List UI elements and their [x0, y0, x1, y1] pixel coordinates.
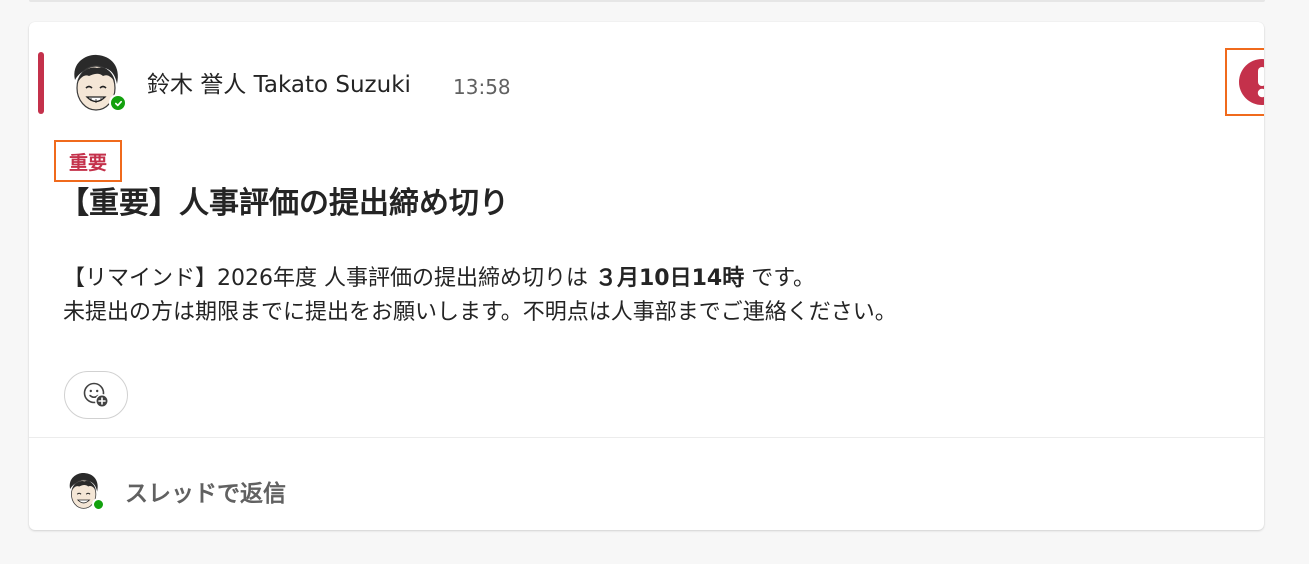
reply-label: スレッドで返信: [125, 481, 286, 507]
add-emoji-icon: [83, 382, 109, 408]
body-line-2: 未提出の方は期限までに提出をお願いします。不明点は人事部までご連絡ください。: [63, 300, 897, 325]
presence-available-icon: [92, 498, 105, 511]
body-line-1-suffix: です。: [744, 266, 816, 291]
body-line-1-prefix: 【リマインド】2026年度 人事評価の提出締め切りは: [63, 266, 595, 291]
deadline-text: ３月10日14時: [594, 266, 745, 291]
current-user-avatar: [65, 471, 105, 511]
body-line-1: 【リマインド】2026年度 人事評価の提出締め切りは ３月10日14時 です。: [63, 262, 897, 296]
importance-accent-bar: [38, 52, 44, 114]
message-body: 【リマインド】2026年度 人事評価の提出締め切りは ３月10日14時 です。 …: [63, 262, 897, 330]
sender-avatar[interactable]: [67, 52, 127, 114]
message-card: 鈴木 誉人 Takato Suzuki 13:58 重要 【重要】人事評価の提出…: [29, 22, 1264, 530]
presence-available-icon: [109, 94, 127, 112]
message-subject: 【重要】人事評価の提出締め切り: [59, 186, 509, 221]
importance-indicator[interactable]: [1225, 48, 1264, 116]
sender-name[interactable]: 鈴木 誉人 Takato Suzuki: [147, 70, 411, 100]
reply-divider: [29, 437, 1264, 438]
exclamation-circle-icon: [1239, 59, 1264, 105]
message-timestamp: 13:58: [453, 75, 511, 99]
importance-tag: 重要: [54, 140, 122, 182]
previous-message-edge: [29, 0, 1265, 2]
add-reaction-button[interactable]: [64, 371, 128, 419]
reply-in-thread-button[interactable]: スレッドで返信: [65, 470, 286, 512]
